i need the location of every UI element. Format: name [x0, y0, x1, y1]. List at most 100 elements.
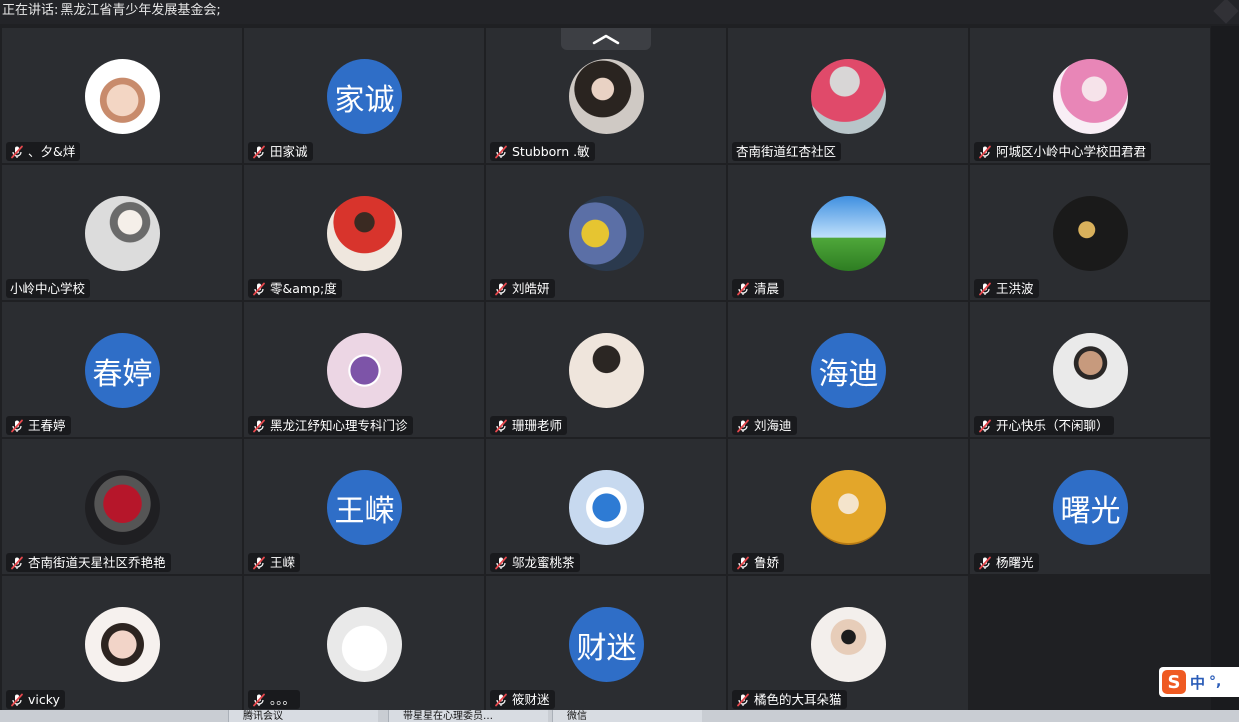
- participant-name: Stubborn .敏: [512, 144, 590, 159]
- mic-muted-icon: [495, 419, 507, 432]
- participant-tile[interactable]: 曙光 杨曙光: [970, 439, 1210, 574]
- participant-name: 筱财迷: [512, 692, 550, 707]
- ime-toolbar[interactable]: S 中 °,: [1159, 667, 1239, 697]
- participant-tile[interactable]: 小岭中心学校: [2, 165, 242, 300]
- mic-muted-icon: [495, 556, 507, 569]
- participant-name: 邬龙蜜桃茶: [512, 555, 575, 570]
- participant-tile[interactable]: 王洪波: [970, 165, 1210, 300]
- participant-name-label: Stubborn .敏: [490, 142, 595, 161]
- participant-name: 阿城区小岭中心学校田君君: [996, 144, 1147, 159]
- participant-name-label: 鲁娇: [732, 553, 785, 572]
- participant-name: 清晨: [754, 281, 780, 296]
- sky-grassland-avatar: [811, 196, 886, 271]
- participant-name: 鲁娇: [754, 555, 780, 570]
- participant-tile[interactable]: 珊珊老师: [486, 302, 726, 437]
- boy-red-jacket-avatar: [327, 196, 402, 271]
- gold-coins-avatar: [811, 470, 886, 545]
- mic-muted-icon: [737, 556, 749, 569]
- participant-tile[interactable]: 黑龙江纾知心理专科门诊: [244, 302, 484, 437]
- window-corner-icon[interactable]: [1213, 0, 1239, 24]
- mic-muted-icon: [253, 145, 265, 158]
- plush-toys-avatar: [569, 196, 644, 271]
- id-photo-avatar: [1053, 333, 1128, 408]
- toddler-sunglasses-avatar: [811, 607, 886, 682]
- participant-tile[interactable]: 零&amp;度: [244, 165, 484, 300]
- mic-muted-icon: [11, 693, 23, 706]
- ime-mode[interactable]: 中: [1190, 672, 1205, 693]
- participant-tile[interactable]: 杏南街道红杏社区: [728, 28, 968, 163]
- participant-name-label: 零&amp;度: [248, 279, 342, 298]
- participant-tile[interactable]: 海迪刘海迪: [728, 302, 968, 437]
- participant-tile[interactable]: 橘色的大耳朵猫: [728, 576, 968, 711]
- participant-name: 黑龙江纾知心理专科门诊: [270, 418, 408, 433]
- participant-name-label: 开心快乐（不闲聊）: [974, 416, 1114, 435]
- participant-name-label: 小岭中心学校: [6, 279, 91, 298]
- woman-portrait-avatar: [569, 59, 644, 134]
- participant-tile[interactable]: 、夕&烊: [2, 28, 242, 163]
- participant-name-label: 筱财迷: [490, 690, 555, 709]
- participant-grid: 、夕&烊 家诚 田家诚 Stubborn .敏 杏南街道红杏社区 阿城区小岭中心学校田君君…: [0, 26, 1211, 712]
- taskbar-item-meeting[interactable]: 腾讯会议: [228, 710, 378, 722]
- participant-name: 。。。: [270, 692, 296, 707]
- text-avatar: 海迪: [811, 333, 886, 408]
- participant-name-label: 。。。: [248, 690, 301, 709]
- participant-name-label: 刘海迪: [732, 416, 797, 435]
- speaking-prefix: 正在讲话:: [2, 3, 59, 18]
- participant-name: 杏南街道红杏社区: [736, 144, 837, 159]
- participant-name: 刘皓妍: [512, 281, 550, 296]
- participant-name: 王洪波: [996, 281, 1034, 296]
- participant-tile[interactable]: 杏南街道天星社区乔艳艳: [2, 439, 242, 574]
- participant-name-label: 王春婷: [6, 416, 71, 435]
- participant-name: 零&amp;度: [270, 281, 337, 296]
- participant-name: 小岭中心学校: [10, 281, 86, 296]
- mic-muted-icon: [979, 282, 991, 295]
- participant-name-label: 、夕&烊: [6, 142, 81, 161]
- speaker-bar: 正在讲话: 黑龙江省青少年发展基金会;: [0, 0, 1239, 24]
- participant-name-label: 清晨: [732, 279, 785, 298]
- participant-name-label: 杨曙光: [974, 553, 1039, 572]
- participant-tile[interactable]: 王嵘 王嵘: [244, 439, 484, 574]
- collapse-toolbar-button[interactable]: [561, 28, 651, 50]
- boy-with-dog-avatar: [85, 196, 160, 271]
- speaking-name: 黑龙江省青少年发展基金会;: [60, 3, 221, 18]
- participant-tile[interactable]: 财迷筱财迷: [486, 576, 726, 711]
- golden-dragon-avatar: [1053, 196, 1128, 271]
- participant-tile[interactable]: 刘皓妍: [486, 165, 726, 300]
- participant-tile[interactable]: 家诚 田家诚: [244, 28, 484, 163]
- participant-tile[interactable]: 清晨: [728, 165, 968, 300]
- mic-muted-icon: [979, 419, 991, 432]
- participant-name-label: 王嵘: [248, 553, 301, 572]
- participant-name: 王春婷: [28, 418, 66, 433]
- white-bunny-avatar: [327, 607, 402, 682]
- participant-name: 、夕&烊: [28, 144, 76, 159]
- participant-tile[interactable]: 。。。: [244, 576, 484, 711]
- taskbar-item-document[interactable]: 带星星在心理委员…: [388, 710, 548, 722]
- ime-punctuation[interactable]: °,: [1209, 674, 1221, 690]
- text-avatar: 财迷: [569, 607, 644, 682]
- taskbar-item-wechat[interactable]: 微信: [552, 710, 702, 722]
- girl-with-roses-avatar: [811, 59, 886, 134]
- participant-name: 橘色的大耳朵猫: [754, 692, 842, 707]
- text-avatar: 春婷: [85, 333, 160, 408]
- participant-tile[interactable]: 鲁娇: [728, 439, 968, 574]
- mic-muted-icon: [11, 556, 23, 569]
- mic-muted-icon: [11, 419, 23, 432]
- participant-tile[interactable]: 阿城区小岭中心学校田君君: [970, 28, 1210, 163]
- cartoon-girl-avatar: [85, 59, 160, 134]
- participant-tile[interactable]: 春婷王春婷: [2, 302, 242, 437]
- mic-muted-icon: [737, 282, 749, 295]
- participant-name: 刘海迪: [754, 418, 792, 433]
- participant-name: 田家诚: [270, 144, 308, 159]
- right-scroll-area[interactable]: [1211, 26, 1239, 712]
- participant-name: 开心快乐（不闲聊）: [996, 418, 1109, 433]
- participant-tile[interactable]: 开心快乐（不闲聊）: [970, 302, 1210, 437]
- taskbar: 腾讯会议 带星星在心理委员… 微信: [0, 710, 1239, 722]
- participant-name-label: 黑龙江纾知心理专科门诊: [248, 416, 413, 435]
- participant-name-label: 王洪波: [974, 279, 1039, 298]
- girl-selfie-avatar: [85, 607, 160, 682]
- mic-muted-icon: [253, 282, 265, 295]
- participant-tile[interactable]: 邬龙蜜桃茶: [486, 439, 726, 574]
- text-avatar: 王嵘: [327, 470, 402, 545]
- chevron-up-icon: [592, 34, 620, 45]
- participant-tile[interactable]: vicky: [2, 576, 242, 711]
